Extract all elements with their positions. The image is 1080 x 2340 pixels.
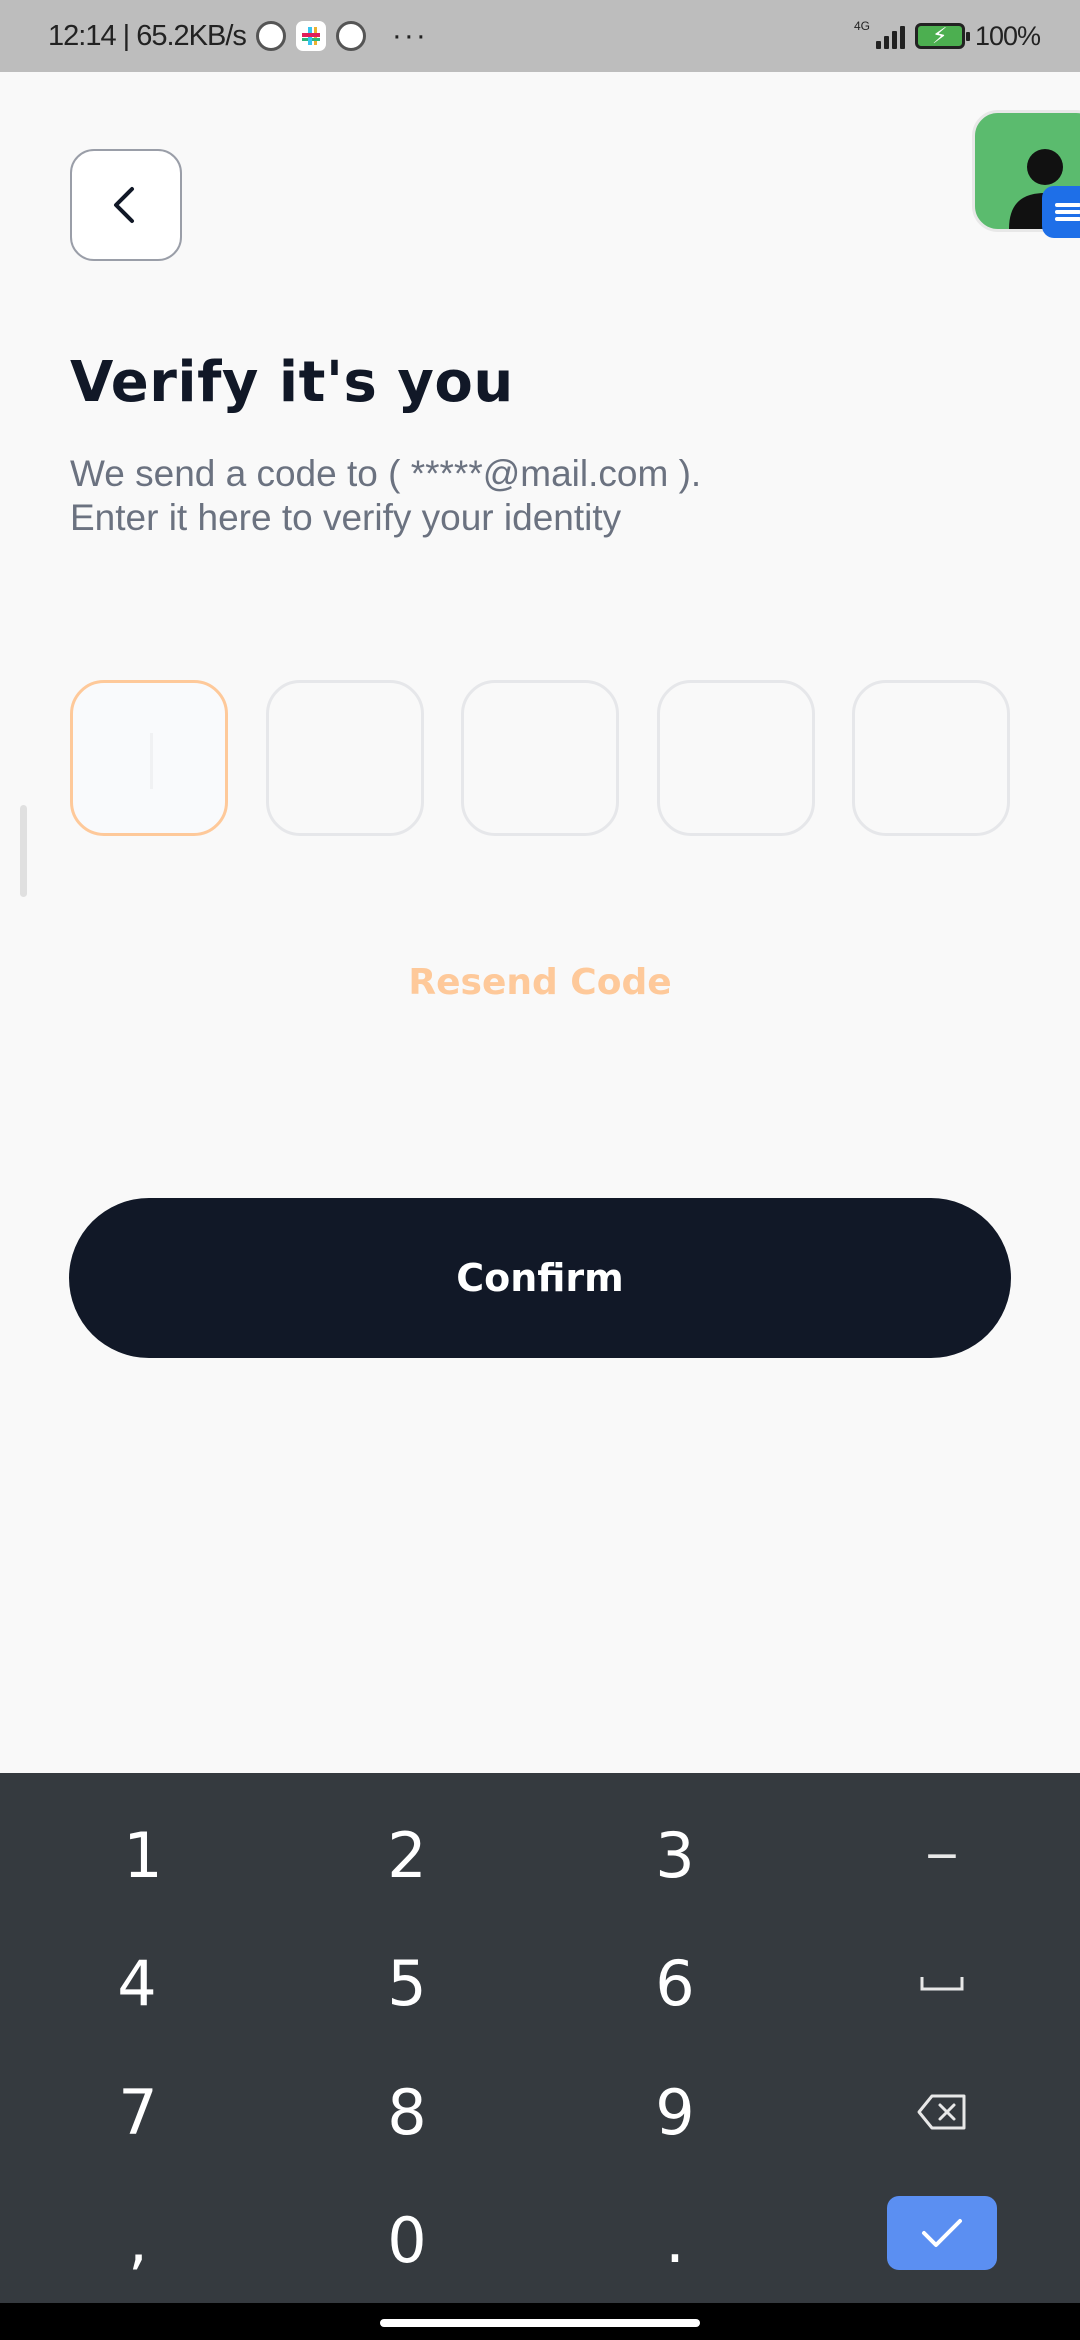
key-period[interactable]: . [575,2180,775,2300]
key-3[interactable]: 3 [575,1795,775,1915]
key-9[interactable]: 9 [575,2052,775,2172]
back-button[interactable] [70,149,182,261]
key-6[interactable]: 6 [575,1923,775,2043]
slack-icon [295,21,326,51]
status-bar: 12:14 | 65.2KB/s ··· 4G ⚡ 100% [0,0,1080,72]
verify-screen: 12:14 | 65.2KB/s ··· 4G ⚡ 100% Verify it… [0,0,1080,2340]
otp-digit-1[interactable] [70,680,228,836]
battery-charging-icon: ⚡ [914,23,970,49]
otp-digit-3[interactable] [461,680,619,836]
subtitle-line-1: We send a code to ( *****@mail.com ). [70,453,702,494]
confirm-button[interactable]: Confirm [69,1198,1011,1358]
otp-digit-5[interactable] [852,680,1010,836]
home-gesture-handle[interactable] [380,2319,700,2327]
key-comma[interactable]: , [38,2180,238,2300]
otp-input-row [70,680,1010,836]
message-badge-icon [1042,186,1080,238]
key-done[interactable] [887,2196,997,2270]
check-icon [922,2219,962,2247]
status-right: 4G ⚡ 100% [854,0,1041,72]
subtitle-line-2: Enter it here to verify your identity [70,497,622,538]
key-backspace[interactable] [842,2052,1042,2172]
otp-digit-4[interactable] [656,680,815,836]
more-notifications-icon: ··· [391,19,428,52]
space-icon [920,1977,964,1991]
telegram-icon [255,21,286,51]
backspace-icon [917,2094,966,2130]
key-minus[interactable]: − [842,1795,1042,1915]
key-8[interactable]: 8 [307,2052,507,2172]
key-4[interactable]: 4 [37,1923,237,2043]
resend-code-link[interactable]: Resend Code [0,962,1080,1003]
battery-level: 100% [974,20,1041,51]
status-time-speed: 12:14 | 65.2KB/s [48,19,247,52]
key-2[interactable]: 2 [307,1795,507,1915]
edge-handle[interactable] [20,805,27,897]
key-0[interactable]: 0 [307,2180,507,2300]
key-7[interactable]: 7 [38,2052,238,2172]
key-1[interactable]: 1 [43,1795,243,1915]
signal-icon: 4G [854,19,905,49]
page-title: Verify it's you [70,350,514,415]
chevron-left-icon [114,187,134,223]
key-space[interactable] [842,1923,1042,2043]
status-left: 12:14 | 65.2KB/s ··· [48,0,428,72]
key-5[interactable]: 5 [307,1923,507,2043]
telegram-icon [335,21,366,51]
otp-digit-2[interactable] [265,680,424,836]
page-subtitle: We send a code to ( *****@mail.com ). En… [70,452,701,540]
network-type: 4G [853,19,870,33]
